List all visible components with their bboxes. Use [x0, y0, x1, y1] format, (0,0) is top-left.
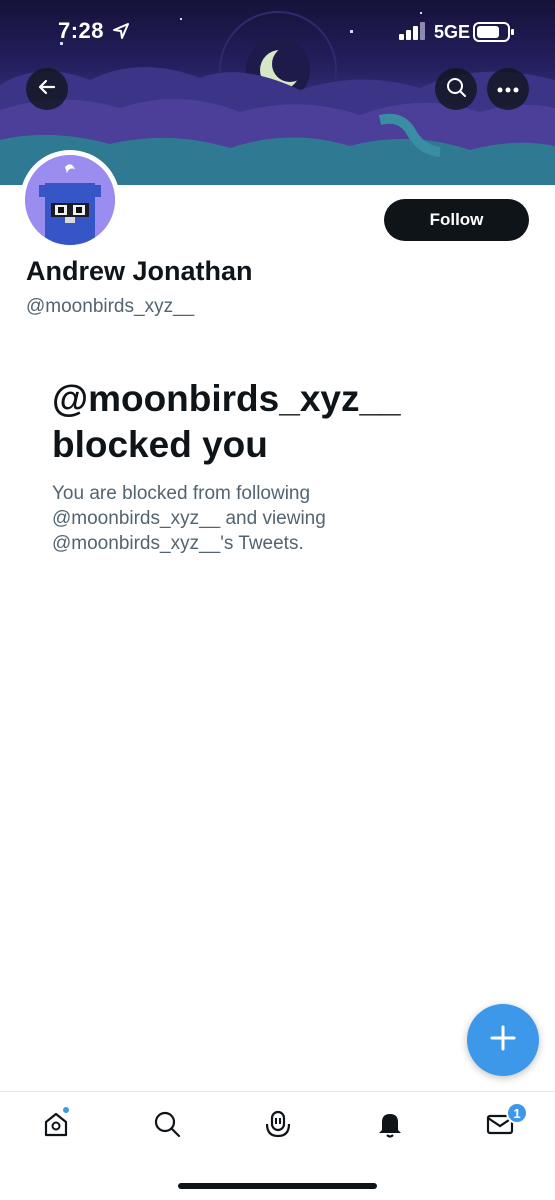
bell-icon [375, 1109, 405, 1144]
network-label: 5GE [434, 22, 471, 42]
battery-icon [473, 22, 515, 47]
nav-search[interactable] [149, 1108, 185, 1144]
signal-icon [398, 22, 428, 45]
avatar-image [25, 155, 115, 245]
more-button[interactable] [487, 68, 529, 110]
location-arrow-icon [112, 22, 130, 45]
nav-spaces[interactable] [260, 1108, 296, 1144]
spaces-icon [263, 1109, 293, 1144]
blocked-description: You are blocked from following @moonbird… [52, 483, 326, 554]
plus-icon [489, 1024, 517, 1057]
blocked-title: @moonbirds_xyz__ blocked you [52, 378, 401, 465]
back-arrow-icon [37, 77, 57, 102]
messages-badge: 1 [506, 1102, 528, 1124]
home-indicator [178, 1183, 377, 1189]
nav-notifications[interactable] [372, 1108, 408, 1144]
nav-home[interactable] [38, 1108, 74, 1144]
search-icon [445, 76, 467, 103]
profile-handle: @moonbirds_xyz__ [26, 296, 195, 317]
avatar[interactable] [20, 150, 120, 250]
more-icon [497, 80, 519, 98]
back-button[interactable] [26, 68, 68, 110]
search-button[interactable] [435, 68, 477, 110]
status-time: 7:28 [58, 18, 105, 43]
home-notification-dot [62, 1106, 70, 1114]
search-icon [152, 1109, 182, 1144]
compose-tweet-button[interactable] [467, 1004, 539, 1076]
display-name: Andrew Jonathan [26, 256, 253, 286]
status-bar: 7:28 5GE [0, 0, 555, 64]
follow-button[interactable]: Follow [384, 199, 529, 241]
